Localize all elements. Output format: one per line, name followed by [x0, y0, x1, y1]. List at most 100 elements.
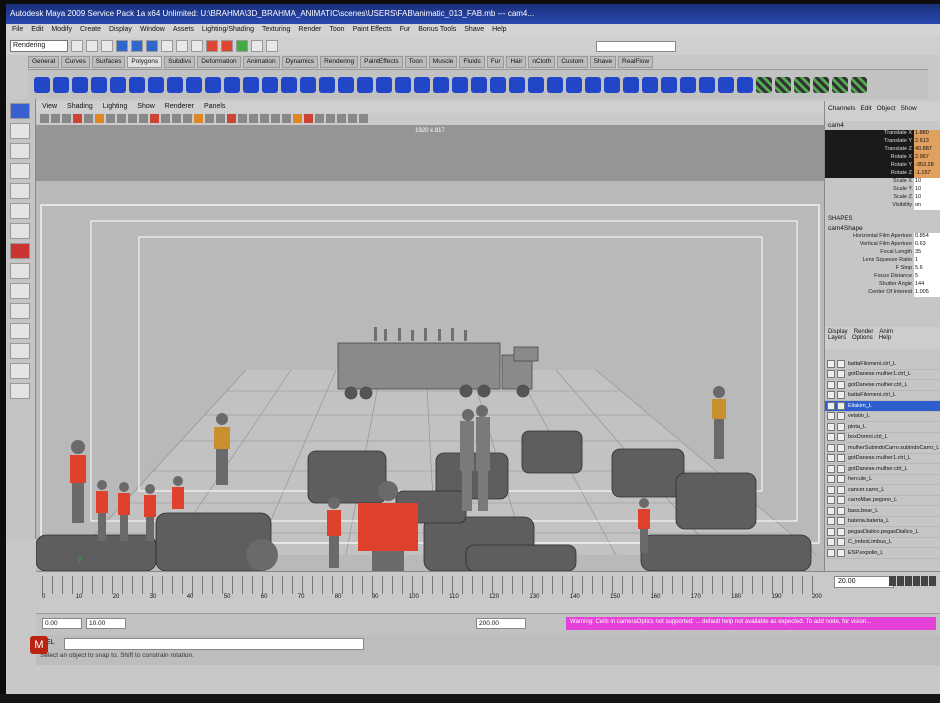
shelf-tool-icon[interactable]	[547, 76, 563, 93]
end-time-field[interactable]: 10.00	[86, 618, 126, 629]
channel-row[interactable]: Translate X 1.880	[825, 130, 940, 138]
menu-item-window[interactable]: Window	[140, 26, 165, 35]
layer-type-toggle[interactable]	[837, 422, 845, 431]
history-icon[interactable]	[206, 40, 218, 52]
shape-channel-row[interactable]: Lens Squeeze Ratio 1	[825, 257, 940, 265]
layer-visibility-toggle[interactable]	[827, 548, 835, 557]
menu-item-render[interactable]: Render	[298, 26, 321, 35]
shelf-tab-deformation[interactable]: Deformation	[197, 56, 241, 68]
render-settings-icon[interactable]	[251, 40, 263, 52]
hypershade-icon[interactable]	[266, 40, 278, 52]
viewport-toolbar-icon[interactable]	[73, 114, 82, 123]
channel-value[interactable]: 5.6	[914, 265, 940, 273]
layer-type-toggle[interactable]	[837, 412, 845, 421]
viewport-toolbar-icon[interactable]	[249, 114, 258, 123]
shelf-tool-icon[interactable]	[813, 76, 829, 93]
select-tool-icon[interactable]	[10, 103, 30, 119]
snap-grid-icon[interactable]	[161, 40, 173, 52]
shelf-tool-icon[interactable]	[110, 76, 126, 93]
layer-type-toggle[interactable]	[837, 485, 845, 494]
shape-channel-row[interactable]: Focus Distance 5	[825, 273, 940, 281]
menu-item-texturing[interactable]: Texturing	[262, 26, 290, 35]
channel-row[interactable]: Scale Y 10	[825, 186, 940, 194]
shelf-tool-icon[interactable]	[794, 76, 810, 93]
menu-set-dropdown[interactable]: Rendering	[10, 40, 68, 52]
layer-visibility-toggle[interactable]	[827, 359, 835, 368]
shelf-tool-icon[interactable]	[129, 76, 145, 93]
shelf-tool-icon[interactable]	[832, 76, 848, 93]
layer-type-toggle[interactable]	[837, 548, 845, 557]
shelf-tool-icon[interactable]	[319, 76, 335, 93]
layer-row[interactable]: cancer.carro_L	[825, 485, 940, 496]
layer-row[interactable]: pegasDialico.pegasDialico_L	[825, 527, 940, 538]
channel-row[interactable]: Scale X 10	[825, 178, 940, 186]
menu-item-bonus-tools[interactable]: Bonus Tools	[418, 26, 456, 35]
channel-value[interactable]: 40.887	[914, 146, 940, 154]
layer-row[interactable]: gotDanese.mulher.ctrl_L	[825, 380, 940, 391]
menu-item-assets[interactable]: Assets	[173, 26, 194, 35]
channel-row[interactable]: Rotate Y -353.28	[825, 162, 940, 170]
scale-tool-icon[interactable]	[10, 203, 30, 219]
layer-visibility-toggle[interactable]	[827, 433, 835, 442]
shelf-tab-polygons[interactable]: Polygons	[127, 56, 163, 68]
menu-item-create[interactable]: Create	[80, 26, 101, 35]
layer-type-toggle[interactable]	[837, 527, 845, 536]
viewport-toolbar-icon[interactable]	[84, 114, 93, 123]
last-tool-icon[interactable]	[10, 243, 30, 259]
select-hierarchy-icon[interactable]	[116, 40, 128, 52]
layer-row[interactable]: battaFilomeni.ctrl_L	[825, 391, 940, 401]
current-frame-field[interactable]: 20.00	[834, 576, 894, 588]
channel-menu-channels[interactable]: Channels	[828, 105, 855, 117]
viewport-toolbar-icon[interactable]	[117, 114, 126, 123]
layer-type-toggle[interactable]	[837, 370, 845, 379]
layer-type-toggle[interactable]	[837, 454, 845, 463]
start-time-field[interactable]: 0.00	[42, 618, 82, 629]
menu-item-lighting-shading[interactable]: Lighting/Shading	[202, 26, 254, 35]
menu-item-paint-effects[interactable]: Paint Effects	[353, 26, 392, 35]
shelf-tab-toon[interactable]: Toon	[404, 56, 427, 68]
shelf-tool-icon[interactable]	[528, 76, 544, 93]
shelf-tab-muscle[interactable]: Muscle	[428, 56, 458, 68]
layer-row[interactable]: gotDanese.mulher1.ctrl_L	[825, 454, 940, 464]
go-to-start-icon[interactable]	[889, 576, 896, 586]
shelf-tool-icon[interactable]	[775, 76, 791, 93]
layer-row[interactable]: ESP.expolio_L	[825, 548, 940, 559]
viewport-toolbar-icon[interactable]	[282, 114, 291, 123]
select-object-icon[interactable]	[131, 40, 143, 52]
layer-visibility-toggle[interactable]	[827, 485, 835, 494]
layer-type-toggle[interactable]	[837, 538, 845, 547]
shelf-tool-icon[interactable]	[281, 76, 297, 93]
channel-value[interactable]: 2.613	[914, 138, 940, 146]
shelf-tab-rendering[interactable]: Rendering	[320, 56, 359, 68]
shape-channel-row[interactable]: Horizontal Film Aperture 0.854	[825, 233, 940, 241]
viewport-toolbar-icon[interactable]	[205, 114, 214, 123]
viewport-toolbar-icon[interactable]	[337, 114, 346, 123]
layer-row[interactable]: velatio_L	[825, 412, 940, 422]
channel-value[interactable]: 0.854	[914, 233, 940, 241]
layer-row[interactable]: hercule_L	[825, 475, 940, 485]
channel-value[interactable]: -1.157	[914, 170, 940, 178]
channel-value[interactable]: 10	[914, 186, 940, 194]
layer-type-toggle[interactable]	[837, 464, 845, 473]
layer-visibility-toggle[interactable]	[827, 517, 835, 526]
channel-row[interactable]: Rotate Z -1.157	[825, 170, 940, 178]
shelf-tool-icon[interactable]	[167, 76, 183, 93]
shelf-tool-icon[interactable]	[661, 76, 677, 93]
manipulator-icon[interactable]	[10, 223, 30, 239]
layer-row[interactable]: bateria.bateria_L	[825, 517, 940, 527]
shelf-tool-icon[interactable]	[604, 76, 620, 93]
shelf-tool-icon[interactable]	[566, 76, 582, 93]
shelf-tool-icon[interactable]	[433, 76, 449, 93]
viewport-toolbar-icon[interactable]	[315, 114, 324, 123]
layer-visibility-toggle[interactable]	[827, 401, 835, 410]
shape-channel-row[interactable]: Focal Length 35	[825, 249, 940, 257]
shelf-tab-general[interactable]: General	[28, 56, 60, 68]
shelf-tab-surfaces[interactable]: Surfaces	[91, 56, 126, 68]
channel-value[interactable]: 144	[914, 281, 940, 289]
menu-item-modify[interactable]: Modify	[51, 26, 72, 35]
shelf-tool-icon[interactable]	[205, 76, 221, 93]
layer-visibility-toggle[interactable]	[827, 538, 835, 547]
layer-visibility-toggle[interactable]	[827, 391, 835, 400]
channel-value[interactable]: 35	[914, 249, 940, 257]
layer-visibility-toggle[interactable]	[827, 496, 835, 505]
